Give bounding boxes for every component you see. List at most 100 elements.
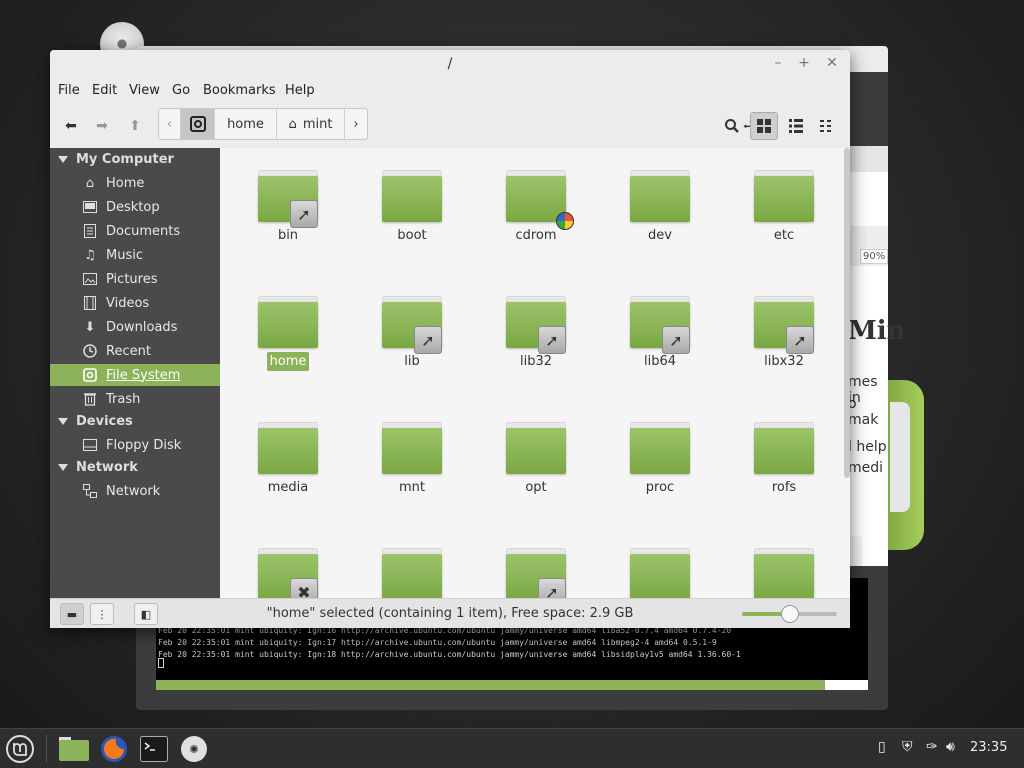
videos-icon: [82, 295, 98, 311]
recent-icon: [82, 343, 98, 359]
folder-item[interactable]: ➚: [474, 526, 598, 598]
expander-icon: [58, 418, 68, 425]
sidebar-item-videos[interactable]: Videos: [50, 292, 220, 314]
icon-view-button[interactable]: [750, 112, 778, 140]
folder-item[interactable]: home: [226, 274, 350, 394]
folder-name-text: media: [267, 480, 309, 495]
breadcrumb-left-button[interactable]: ‹: [159, 109, 181, 139]
sidebar-item-home[interactable]: ⌂ Home: [50, 172, 220, 194]
menu-bookmarks[interactable]: Bookmarks: [203, 83, 276, 98]
sidebar-item-label: Documents: [106, 223, 181, 239]
folder-item[interactable]: etc: [722, 148, 846, 268]
breadcrumb-mint[interactable]: ⌂ mint: [277, 109, 345, 139]
sidebar-section-my-computer[interactable]: My Computer: [58, 152, 174, 167]
folder-item[interactable]: opt: [474, 400, 598, 520]
folder-icon: [754, 422, 814, 474]
close-button[interactable]: ✕: [824, 55, 840, 71]
sidebar-section-network[interactable]: Network: [58, 460, 138, 475]
installer-zoom-level: 90%: [860, 249, 889, 264]
sidebar-item-label: Videos: [106, 295, 150, 311]
folder-item[interactable]: proc: [598, 400, 722, 520]
folder-item[interactable]: boot: [350, 148, 474, 268]
folder-item[interactable]: ➚ lib: [350, 274, 474, 394]
symlink-emblem-icon: ➚: [538, 578, 566, 598]
sidebar-item-floppy-disk[interactable]: Floppy Disk: [50, 434, 220, 456]
cdrom-icon: [181, 736, 207, 762]
menu-file[interactable]: File: [58, 83, 80, 98]
folder-name: opt: [474, 480, 598, 495]
breadcrumb-root[interactable]: [181, 109, 215, 139]
minimize-button[interactable]: –: [770, 55, 786, 71]
breadcrumb-right-button[interactable]: ›: [345, 109, 367, 139]
sidebar-item-network[interactable]: Network: [50, 480, 220, 502]
symlink-emblem-icon: ➚: [414, 326, 442, 354]
back-button[interactable]: ⬅: [59, 114, 83, 138]
folder-item[interactable]: media: [226, 400, 350, 520]
section-title: Devices: [76, 414, 133, 429]
menu-view[interactable]: View: [129, 83, 160, 98]
folder-item[interactable]: ➚ lib32: [474, 274, 598, 394]
network-disconnected-icon[interactable]: ✑: [926, 739, 938, 755]
volume-icon[interactable]: 🔊︎: [946, 739, 955, 755]
unreadable-emblem-icon: ✖: [290, 578, 318, 598]
menu-help[interactable]: Help: [285, 83, 315, 98]
menu-button[interactable]: [4, 733, 36, 765]
menu-go[interactable]: Go: [172, 83, 190, 98]
folder-item[interactable]: ➚ bin: [226, 148, 350, 268]
section-title: My Computer: [76, 152, 174, 167]
folder-item[interactable]: rofs: [722, 400, 846, 520]
sidebar-item-desktop[interactable]: Desktop: [50, 196, 220, 218]
sidebar-item-file-system[interactable]: File System: [50, 364, 220, 386]
sidebar-item-pictures[interactable]: Pictures: [50, 268, 220, 290]
hide-sidebar-button[interactable]: ◧: [134, 603, 158, 625]
files-launcher[interactable]: [58, 733, 90, 765]
scrollbar[interactable]: [844, 148, 850, 478]
search-button[interactable]: [720, 114, 744, 138]
folder-item[interactable]: [350, 526, 474, 598]
folder-item[interactable]: cdrom: [474, 148, 598, 268]
forward-button[interactable]: ➡: [90, 114, 114, 138]
documents-icon: [82, 223, 98, 239]
symlink-emblem-icon: ➚: [786, 326, 814, 354]
folder-name-text: boot: [397, 228, 427, 243]
tree-icon: ⋮: [96, 607, 108, 621]
show-treeview-button[interactable]: ⋮: [90, 603, 114, 625]
list-view-button[interactable]: [784, 114, 808, 138]
folder-item[interactable]: ➚ libx32: [722, 274, 846, 394]
breadcrumb-home[interactable]: home: [215, 109, 277, 139]
folder-item[interactable]: ✖: [226, 526, 350, 598]
sidebar-item-trash[interactable]: Trash: [50, 388, 220, 410]
folder-item[interactable]: dev: [598, 148, 722, 268]
sidebar-item-documents[interactable]: Documents: [50, 220, 220, 242]
terminal-launcher[interactable]: [138, 733, 170, 765]
zoom-slider-handle[interactable]: [780, 605, 799, 623]
show-places-button[interactable]: ▬: [60, 603, 84, 625]
menu-edit[interactable]: Edit: [92, 83, 117, 98]
installer-launcher[interactable]: [178, 733, 210, 765]
shield-icon[interactable]: ⛨: [902, 739, 913, 755]
firefox-launcher[interactable]: [98, 733, 130, 765]
breadcrumb: ‹ home ⌂ mint ›: [158, 108, 368, 140]
sidebar-item-label: Floppy Disk: [106, 437, 182, 453]
symlink-emblem-icon: ➚: [290, 200, 318, 228]
arrow-up-icon: ⬆: [129, 118, 141, 134]
folder-name: lib32: [474, 354, 598, 369]
clock[interactable]: 23:35: [970, 740, 1007, 755]
sidebar-item-downloads[interactable]: ⬇ Downloads: [50, 316, 220, 338]
sidebar-section-devices[interactable]: Devices: [58, 414, 133, 429]
menubar: File Edit View Go Bookmarks Help: [50, 78, 850, 104]
folder-item[interactable]: ➚ lib64: [598, 274, 722, 394]
zoom-slider[interactable]: [742, 605, 837, 623]
update-manager-icon[interactable]: ▯: [878, 739, 886, 755]
up-button[interactable]: ⬆: [123, 114, 147, 138]
folder-item[interactable]: [598, 526, 722, 598]
compact-view-button[interactable]: [815, 114, 839, 138]
sidebar-item-recent[interactable]: Recent: [50, 340, 220, 362]
sidebar-item-music[interactable]: ♫ Music: [50, 244, 220, 266]
maximize-button[interactable]: +: [796, 55, 812, 71]
titlebar[interactable]: / – + ✕: [50, 50, 850, 78]
folder-item[interactable]: mnt: [350, 400, 474, 520]
grid-icon: [757, 119, 771, 133]
terminal-cursor: [158, 658, 164, 668]
folder-item[interactable]: [722, 526, 846, 598]
